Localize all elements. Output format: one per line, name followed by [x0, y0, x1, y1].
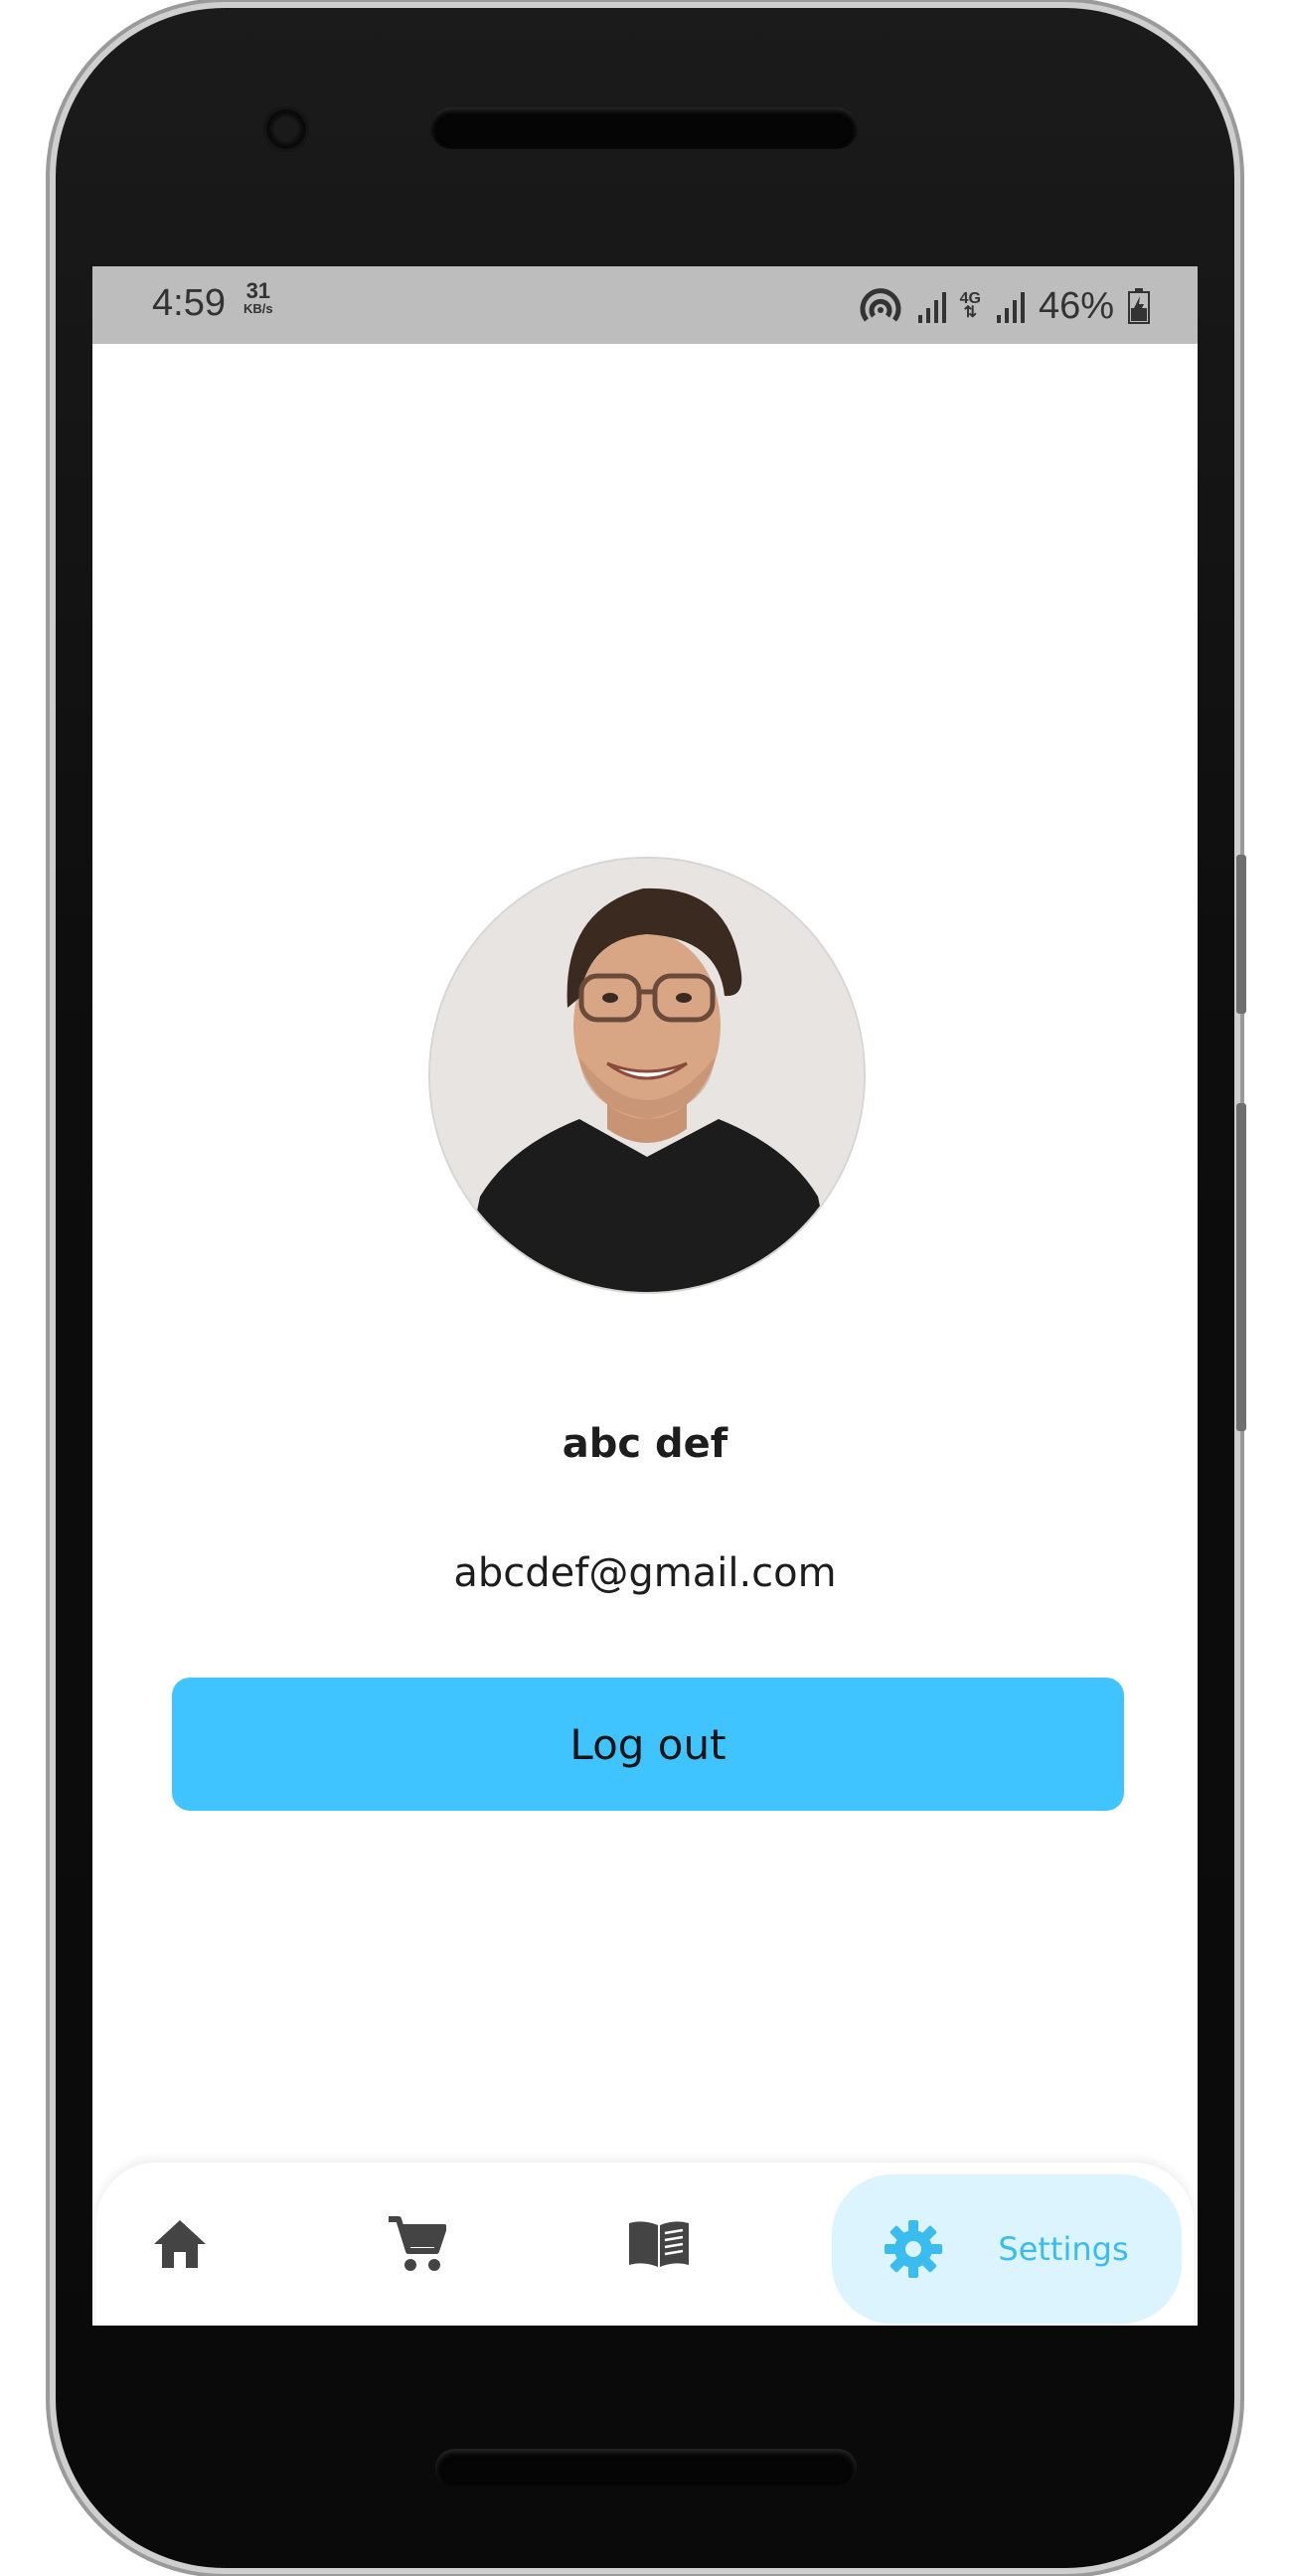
cart-icon [389, 2216, 446, 2271]
power-button [1236, 1103, 1246, 1431]
status-icons: 4G ⇅ 46% [859, 284, 1150, 328]
book-icon [629, 2221, 689, 2267]
battery-percentage: 46% [1038, 284, 1114, 327]
battery-charging-icon [1128, 288, 1150, 324]
user-name: abc def [562, 1421, 728, 1467]
bottom-speaker [435, 2449, 857, 2487]
volume-button [1236, 855, 1246, 1014]
nav-settings-label: Settings [998, 2230, 1129, 2268]
home-icon [154, 2220, 206, 2268]
earpiece-speaker [430, 107, 858, 149]
signal-icon-sim2 [996, 292, 1025, 323]
network-speed: 31 KB/s [243, 278, 273, 316]
network-type-badge: 4G ⇅ [959, 289, 981, 321]
hotspot-icon [860, 288, 901, 322]
nav-cart[interactable] [357, 2163, 476, 2326]
network-type-label: 4G [959, 289, 981, 307]
status-bar: 4:59 31 KB/s 4G ⇅ 46% [92, 266, 1198, 344]
signal-icon-sim1 [917, 292, 946, 323]
nav-home[interactable] [120, 2163, 240, 2326]
bottom-navigation: Settings [96, 2163, 1194, 2326]
nav-book[interactable] [599, 2163, 719, 2326]
nav-settings[interactable]: Settings [832, 2174, 1182, 2324]
gear-icon [885, 2220, 943, 2278]
front-camera [266, 109, 306, 149]
network-speed-unit: KB/s [243, 301, 273, 316]
user-email: abcdef@gmail.com [453, 1550, 837, 1596]
profile-photo [430, 859, 864, 1292]
app-screen: 4:59 31 KB/s 4G ⇅ 46% abc def abcdef@gma… [92, 266, 1198, 2326]
status-time: 4:59 [152, 282, 226, 324]
logout-button[interactable]: Log out [172, 1678, 1124, 1811]
profile-avatar [430, 859, 864, 1292]
network-speed-value: 31 [245, 278, 271, 303]
